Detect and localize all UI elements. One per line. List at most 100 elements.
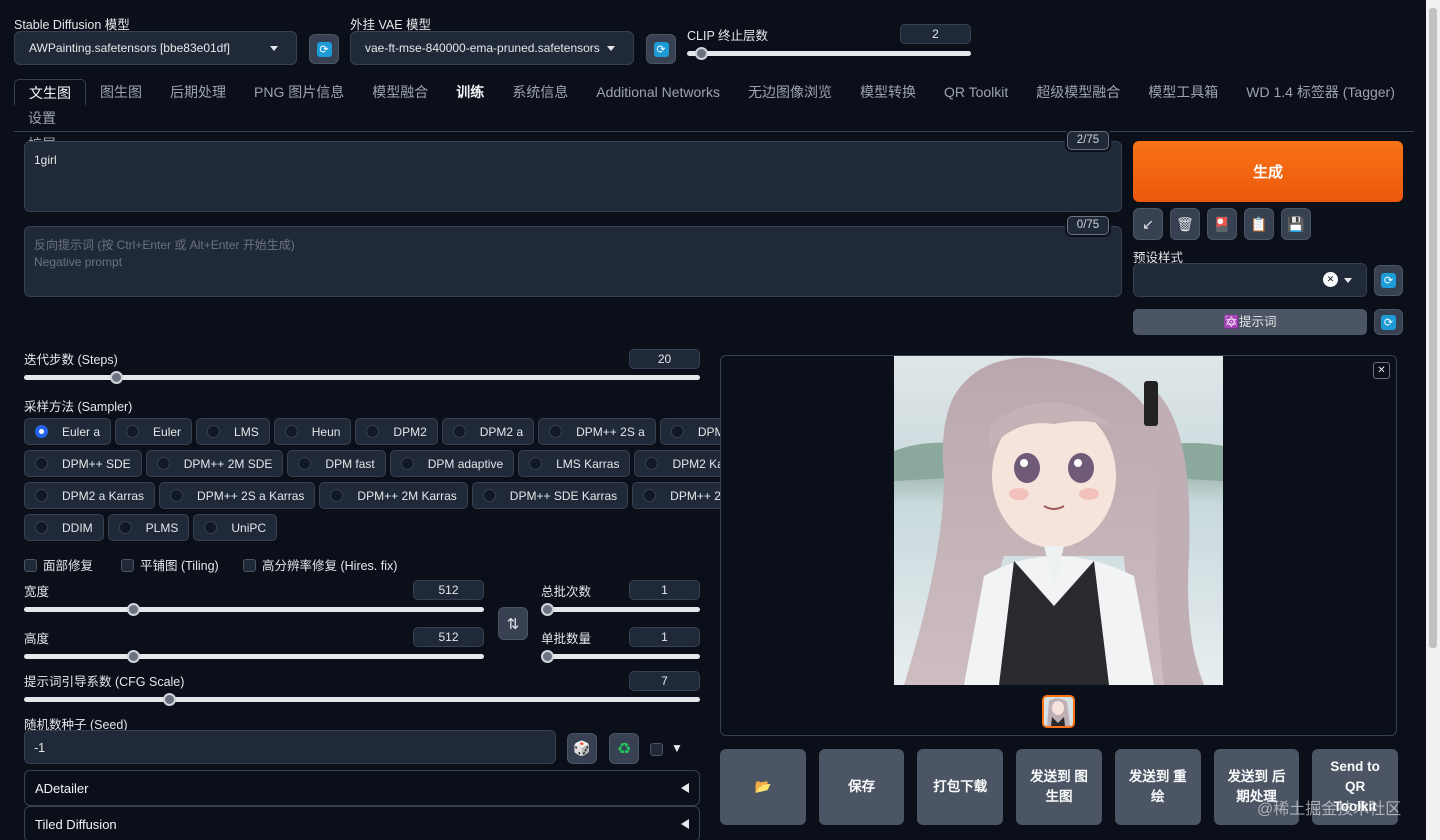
scrollbar-thumb[interactable] [1429, 8, 1437, 648]
slider-thumb[interactable] [163, 693, 176, 706]
slider-thumb[interactable] [541, 603, 554, 616]
slider-thumb[interactable] [110, 371, 123, 384]
sampler-option[interactable]: Heun [273, 418, 352, 445]
tab-12[interactable]: 模型工具箱 [1134, 79, 1232, 105]
styles-refresh-button[interactable]: ⟳ [1374, 265, 1403, 296]
checkbox-box[interactable] [121, 559, 134, 572]
cfg-slider[interactable] [24, 693, 700, 706]
sampler-option[interactable]: DPM++ 2S a Karras [159, 482, 316, 509]
checkbox-box[interactable] [243, 559, 256, 572]
slider-thumb[interactable] [127, 603, 140, 616]
vae-model-dropdown[interactable]: vae-ft-mse-840000-ema-pruned.safetensors [350, 31, 634, 65]
tab-6[interactable]: 系统信息 [498, 79, 582, 105]
sampler-option[interactable]: DPM++ SDE [24, 450, 142, 477]
tab-8[interactable]: 无边图像浏览 [734, 79, 846, 105]
accordion-tiled-diffusion[interactable]: Tiled Diffusion [24, 806, 700, 840]
extra-seed-checkbox[interactable] [650, 743, 663, 756]
sampler-option[interactable]: Euler a [24, 418, 112, 445]
slider-thumb[interactable] [127, 650, 140, 663]
arrow-button[interactable]: ↙ [1133, 208, 1163, 240]
sampler-option[interactable]: DPM++ 2S a [538, 418, 656, 445]
swap-dimensions-button[interactable]: ⇅ [498, 607, 528, 640]
face-restore-checkbox[interactable]: 面部修复 [24, 555, 93, 574]
random-seed-button[interactable]: 🎲 [567, 733, 597, 764]
save-button[interactable]: 💾 [1281, 208, 1311, 240]
negative-prompt-textarea[interactable]: 反向提示词 (按 Ctrl+Enter 或 Alt+Enter 开始生成) Ne… [24, 226, 1122, 297]
sd-refresh-button[interactable]: ⟳ [309, 34, 339, 64]
width-input[interactable]: 512 [413, 580, 484, 600]
steps-slider[interactable] [24, 371, 700, 384]
negative-prompt-placeholder-en: Negative prompt [34, 255, 123, 269]
output-action-button[interactable]: 打包下载 [917, 749, 1004, 825]
tab-0[interactable]: 文生图 [14, 79, 86, 105]
slider-thumb[interactable] [695, 47, 708, 60]
batch-count-input[interactable]: 1 [629, 580, 700, 600]
sampler-option[interactable]: DPM fast [287, 450, 386, 477]
prompt-textarea[interactable]: 1girl [24, 141, 1122, 212]
output-action-button[interactable]: 保存 [818, 749, 905, 825]
sampler-option[interactable]: DPM++ 2M SDE [145, 450, 284, 477]
sampler-option[interactable]: PLMS [107, 514, 190, 541]
tab-14[interactable]: 设置 [14, 105, 70, 131]
checkbox-box[interactable] [24, 559, 37, 572]
clip-skip-input[interactable]: 2 [900, 24, 971, 44]
tab-13[interactable]: WD 1.4 标签器 (Tagger) [1232, 79, 1409, 105]
width-slider[interactable] [24, 603, 484, 616]
prompt-refresh-button[interactable]: ⟳ [1374, 309, 1403, 335]
height-slider[interactable] [24, 650, 484, 663]
clear-icon[interactable]: ✕ [1323, 272, 1338, 287]
sampler-option[interactable]: DPM2 a [441, 418, 535, 445]
tab-4[interactable]: 模型融合 [358, 79, 442, 105]
tab-1[interactable]: 图生图 [86, 79, 156, 105]
sampler-option[interactable]: DPM adaptive [389, 450, 515, 477]
sampler-option[interactable]: DPM2 a Karras [24, 482, 156, 509]
tab-5[interactable]: 训练 [442, 79, 498, 105]
close-icon[interactable]: ✕ [1373, 362, 1390, 379]
slider-thumb[interactable] [541, 650, 554, 663]
hires-fix-checkbox[interactable]: 高分辨率修复 (Hires. fix) [243, 555, 397, 574]
tiling-checkbox[interactable]: 平铺图 (Tiling) [121, 555, 219, 574]
tab-7[interactable]: Additional Networks [582, 79, 734, 105]
cfg-input[interactable]: 7 [629, 671, 700, 691]
batch-size-input[interactable]: 1 [629, 627, 700, 647]
open-folder-button[interactable]: 📂 [720, 749, 806, 825]
trash-button[interactable]: 🗑 [1170, 208, 1200, 240]
batch-size-slider[interactable] [541, 650, 700, 663]
batch-count-slider[interactable] [541, 603, 700, 616]
batch-size-label: 单批数量 [541, 632, 592, 646]
scrollbar[interactable] [1426, 0, 1440, 840]
sampler-option[interactable]: DPM++ SDE Karras [471, 482, 629, 509]
tab-2[interactable]: 后期处理 [156, 79, 240, 105]
tab-10[interactable]: QR Toolkit [930, 79, 1022, 105]
output-action-button[interactable]: 发送到 图生图 [1016, 749, 1102, 825]
extra-toggle-icon[interactable]: ▼ [671, 741, 683, 755]
sampler-option[interactable]: DPM++ 2M Karras [319, 482, 468, 509]
generate-button[interactable]: 生成 [1133, 141, 1403, 202]
sampler-option[interactable]: UniPC [193, 514, 278, 541]
sampler-option[interactable]: LMS Karras [518, 450, 631, 477]
sampler-option[interactable]: Euler [115, 418, 193, 445]
steps-input[interactable]: 20 [629, 349, 700, 369]
reuse-seed-button[interactable]: ♻ [609, 733, 639, 764]
tab-9[interactable]: 模型转换 [846, 79, 930, 105]
clipboard-button[interactable]: 📋 [1244, 208, 1274, 240]
sampler-option[interactable]: DDIM [24, 514, 104, 541]
accordion-title: Tiled Diffusion [35, 816, 117, 832]
vae-refresh-button[interactable]: ⟳ [646, 34, 676, 64]
height-input[interactable]: 512 [413, 627, 484, 647]
tab-11[interactable]: 超级模型融合 [1022, 79, 1134, 105]
generated-image[interactable] [894, 356, 1223, 685]
accordion-adetailer[interactable]: ADetailer [24, 770, 700, 806]
clip-skip-slider[interactable] [687, 47, 971, 60]
tab-3[interactable]: PNG 图片信息 [240, 79, 358, 105]
styles-dropdown[interactable]: ✕ [1133, 263, 1367, 297]
sampler-option[interactable]: DPM2 [355, 418, 438, 445]
prompt-helper-button[interactable]: 🔯提示词 [1133, 309, 1367, 335]
image-button[interactable]: 🎴 [1207, 208, 1237, 240]
seed-input[interactable]: -1 [24, 730, 556, 764]
radio-icon [204, 521, 218, 534]
output-action-button[interactable]: 发送到 重绘 [1114, 749, 1201, 825]
sd-model-dropdown[interactable]: AWPainting.safetensors [bbe83e01df] [14, 31, 297, 65]
gallery-thumbnail[interactable] [1042, 695, 1075, 728]
sampler-option[interactable]: LMS [196, 418, 270, 445]
